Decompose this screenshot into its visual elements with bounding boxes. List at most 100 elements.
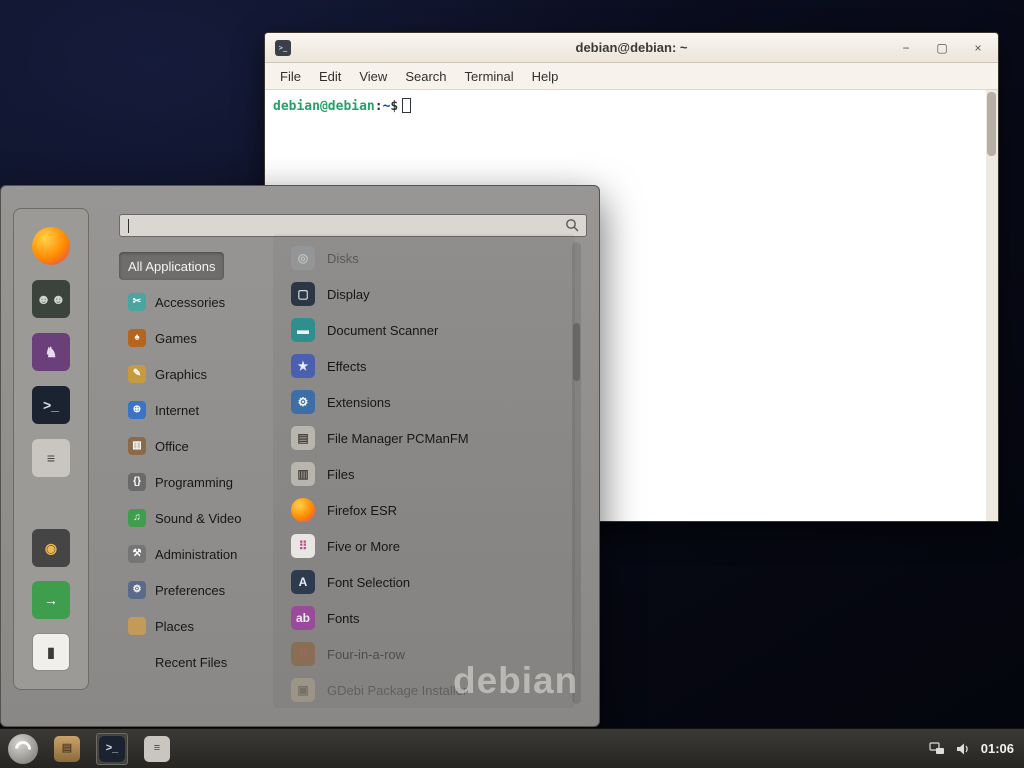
menu-button[interactable]	[8, 734, 38, 764]
favorite-chat-app[interactable]: ♞	[32, 333, 70, 371]
terminal-cursor	[402, 98, 411, 113]
taskbar-file-manager-icon: ▤	[54, 736, 80, 762]
category-accessories-icon: ✂	[128, 293, 146, 311]
menu-file[interactable]: File	[271, 65, 310, 88]
menu-terminal[interactable]: Terminal	[456, 65, 523, 88]
minimize-button[interactable]: −	[896, 39, 916, 57]
search-caret	[128, 219, 129, 233]
category-preferences-icon: ⚙	[128, 581, 146, 599]
app-fonts-icon: ab	[291, 606, 315, 630]
terminal-window-title: debian@debian: ~	[265, 40, 998, 55]
application-label: File Manager PCManFM	[327, 431, 469, 446]
app-firefox-esr-icon	[291, 498, 315, 522]
logout-button[interactable]: →	[32, 581, 70, 619]
taskbar-terminal[interactable]: >_	[96, 733, 128, 765]
network-icon[interactable]	[929, 741, 945, 757]
favorite-software[interactable]: ≡	[32, 439, 70, 477]
lock-screen-button[interactable]: ◉	[32, 529, 70, 567]
category-label: Internet	[155, 403, 199, 418]
favorite-firefox[interactable]	[32, 227, 70, 265]
taskbar: ▤ >_ ≡ 01:06	[0, 728, 1024, 768]
app-file-manager-pcmanfm-icon: ▤	[291, 426, 315, 450]
category-preferences[interactable]: ⚙ Preferences	[119, 576, 279, 604]
app-display-icon: ▢	[291, 282, 315, 306]
app-extensions[interactable]: ⚙ Extensions	[291, 388, 571, 416]
category-accessories[interactable]: ✂ Accessories	[119, 288, 279, 316]
category-all-applications[interactable]: All Applications	[119, 252, 224, 280]
taskbar-files-icon: ≡	[144, 736, 170, 762]
maximize-button[interactable]: ▢	[932, 39, 952, 57]
app-font-selection[interactable]: A Font Selection	[291, 568, 571, 596]
favorite-software-icon: ≡	[32, 439, 70, 477]
category-sound-video-icon: ♫	[128, 509, 146, 527]
app-display[interactable]: ▢ Display	[291, 280, 571, 308]
category-office[interactable]: ▥ Office	[119, 432, 279, 460]
category-list: All Applications ✂ Accessories ♠ Games ✎…	[119, 252, 279, 684]
category-office-icon: ▥	[128, 437, 146, 455]
app-five-or-more-icon: ⠿	[291, 534, 315, 558]
category-programming[interactable]: {} Programming	[119, 468, 279, 496]
app-five-or-more[interactable]: ⠿ Five or More	[291, 532, 571, 560]
app-effects[interactable]: ★ Effects	[291, 352, 571, 380]
category-graphics[interactable]: ✎ Graphics	[119, 360, 279, 388]
terminal-scrollbar-thumb[interactable]	[987, 92, 996, 156]
category-places[interactable]: Places	[119, 612, 279, 640]
taskbar-terminal-icon: >_	[99, 736, 125, 762]
application-label: Disks	[327, 251, 359, 266]
application-label: GDebi Package Installer	[327, 683, 467, 698]
application-label: Extensions	[327, 395, 391, 410]
category-sound-video[interactable]: ♫ Sound & Video	[119, 504, 279, 532]
menu-edit[interactable]: Edit	[310, 65, 350, 88]
application-label: Document Scanner	[327, 323, 438, 338]
category-administration[interactable]: ⚒ Administration	[119, 540, 279, 568]
logout-button-icon: →	[32, 581, 70, 619]
application-label: Files	[327, 467, 354, 482]
close-button[interactable]: ×	[968, 39, 988, 57]
app-fonts[interactable]: ab Fonts	[291, 604, 571, 632]
clock[interactable]: 01:06	[981, 741, 1014, 756]
category-label: Games	[155, 331, 197, 346]
terminal-menubar: FileEditViewSearchTerminalHelp	[265, 63, 998, 90]
category-places-icon	[128, 617, 146, 635]
system-tray: 01:06	[929, 741, 1016, 757]
favorite-contacts-icon: ☻☻	[32, 280, 70, 318]
volume-icon[interactable]	[955, 741, 971, 757]
menu-scrollbar-thumb[interactable]	[573, 323, 580, 381]
app-file-manager-pcmanfm[interactable]: ▤ File Manager PCManFM	[291, 424, 571, 452]
menu-view[interactable]: View	[350, 65, 396, 88]
app-font-selection-icon: A	[291, 570, 315, 594]
app-firefox-esr[interactable]: Firefox ESR	[291, 496, 571, 524]
category-label: Accessories	[155, 295, 225, 310]
app-disks[interactable]: ◎ Disks	[291, 244, 571, 272]
favorite-chat-app-icon: ♞	[32, 333, 70, 371]
taskbar-file-manager[interactable]: ▤	[51, 733, 83, 765]
app-document-scanner[interactable]: ▬ Document Scanner	[291, 316, 571, 344]
category-label: Programming	[155, 475, 233, 490]
category-administration-icon: ⚒	[128, 545, 146, 563]
app-extensions-icon: ⚙	[291, 390, 315, 414]
category-internet[interactable]: ⊕ Internet	[119, 396, 279, 424]
app-files[interactable]: ▥ Files	[291, 460, 571, 488]
desktop[interactable]: >_ debian@debian: ~ −▢× FileEditViewSear…	[0, 0, 1024, 768]
app-four-in-a-row-icon: ⠿	[291, 642, 315, 666]
shutdown-button[interactable]: ▮	[32, 633, 70, 671]
application-label: Effects	[327, 359, 367, 374]
category-recent-files[interactable]: Recent Files	[119, 648, 279, 676]
menu-scrollbar[interactable]	[572, 242, 581, 704]
favorite-terminal[interactable]: >_	[32, 386, 70, 424]
lock-screen-button-icon: ◉	[32, 529, 70, 567]
favorite-contacts[interactable]: ☻☻	[32, 280, 70, 318]
app-gdebi-package-installer-icon: ▣	[291, 678, 315, 702]
menu-search[interactable]: Search	[396, 65, 455, 88]
menu-help[interactable]: Help	[523, 65, 568, 88]
category-games-icon: ♠	[128, 329, 146, 347]
terminal-window-icon: >_	[275, 40, 291, 56]
app-disks-icon: ◎	[291, 246, 315, 270]
terminal-scrollbar[interactable]	[986, 90, 998, 521]
category-games[interactable]: ♠ Games	[119, 324, 279, 352]
taskbar-files[interactable]: ≡	[141, 733, 173, 765]
category-graphics-icon: ✎	[128, 365, 146, 383]
terminal-titlebar[interactable]: >_ debian@debian: ~ −▢ ×	[265, 33, 998, 63]
category-label: All Applications	[128, 259, 215, 274]
prompt-symbol: $	[390, 99, 398, 114]
